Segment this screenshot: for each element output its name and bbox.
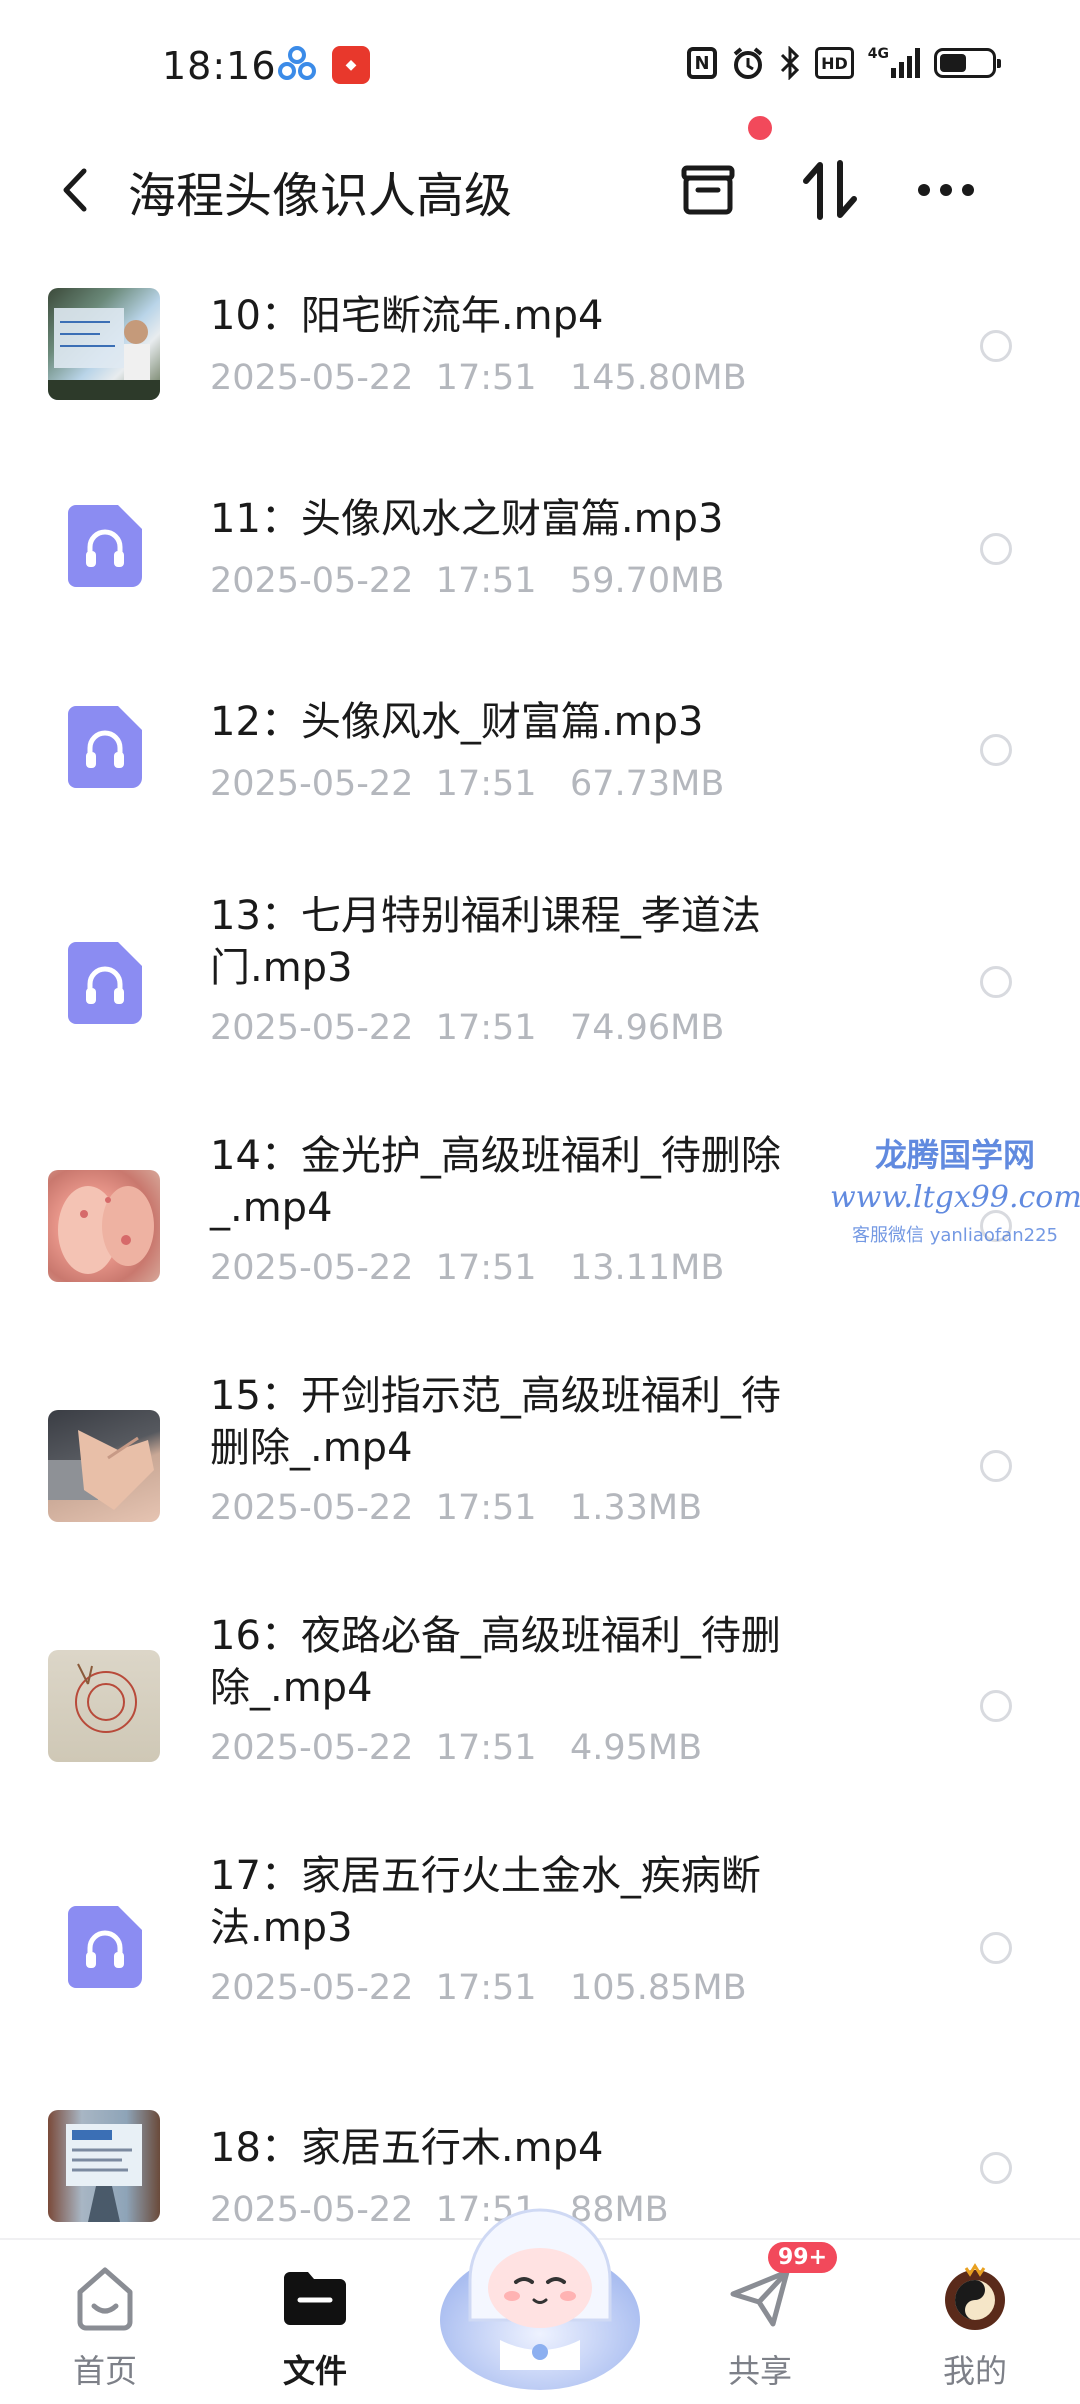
audio-file-icon <box>68 942 142 1024</box>
nav-me[interactable]: 我的 <box>905 2240 1045 2402</box>
nav-label: 首页 <box>72 2352 137 2390</box>
nav-share[interactable]: 99+ 共享 <box>690 2240 838 2402</box>
home-icon <box>70 2262 140 2332</box>
page-title: 海程头像识人高级 <box>128 168 513 224</box>
status-time: 18:16 <box>162 44 277 88</box>
audio-file-icon <box>68 505 142 587</box>
file-name: 11：头像风水之财富篇.mp3 <box>210 496 724 542</box>
select-checkbox[interactable] <box>980 330 1012 362</box>
video-thumbnail <box>48 1410 160 1522</box>
nav-home[interactable]: 首页 <box>35 2240 175 2402</box>
file-name: 12：头像风水_财富篇.mp3 <box>210 699 704 745</box>
file-name: 13：七月特别福利课程_孝道法门.mp3 <box>210 893 761 991</box>
more-icon[interactable] <box>906 150 986 230</box>
status-app-icons: ◆ <box>278 46 370 84</box>
video-thumbnail <box>48 1170 160 1282</box>
audio-file-icon <box>68 706 142 788</box>
nav-files[interactable]: 文件 <box>245 2240 385 2402</box>
file-meta: 2025-05-22 17:51 145.80MB <box>210 358 747 398</box>
file-meta: 2025-05-22 17:51 13.11MB <box>210 1248 725 1288</box>
mascot-assistant-button[interactable] <box>430 2170 650 2400</box>
cloud-app-icon <box>278 46 316 84</box>
watermark-name: 龙腾国学网 <box>874 1136 1035 1174</box>
video-thumbnail <box>48 288 160 400</box>
folder-icon <box>280 2262 350 2332</box>
status-bar: 18:16 ◆ N HD 4G <box>0 0 1080 130</box>
alarm-icon <box>731 46 765 80</box>
file-meta: 2025-05-22 17:51 74.96MB <box>210 1008 725 1048</box>
select-checkbox[interactable] <box>980 1932 1012 1964</box>
nav-label: 我的 <box>942 2352 1007 2390</box>
nav-label: 文件 <box>282 2352 347 2390</box>
select-checkbox[interactable] <box>980 734 1012 766</box>
battery-icon <box>934 48 1001 78</box>
select-checkbox[interactable] <box>980 1690 1012 1722</box>
nfc-icon: N <box>687 47 718 79</box>
watermark: 龙腾国学网 www.ltgx99.com 客服微信 yanliaofan225 <box>830 1130 1080 1247</box>
file-name: 15：开剑指示范_高级班福利_待删除_.mp4 <box>210 1373 781 1471</box>
file-meta: 2025-05-22 17:51 4.95MB <box>210 1728 703 1768</box>
file-name: 17：家居五行火土金水_疾病断法.mp3 <box>210 1853 761 1951</box>
sort-icon[interactable] <box>790 150 870 230</box>
select-checkbox[interactable] <box>980 1450 1012 1482</box>
file-name: 18：家居五行木.mp4 <box>210 2125 604 2171</box>
share-badge: 99+ <box>768 2242 838 2273</box>
file-meta: 2025-05-22 17:51 1.33MB <box>210 1488 703 1528</box>
header-bar: 海程头像识人高级 <box>0 130 1080 250</box>
red-app-icon: ◆ <box>332 46 370 84</box>
select-checkbox[interactable] <box>980 966 1012 998</box>
nav-label: 共享 <box>727 2352 792 2390</box>
file-meta: 2025-05-22 17:51 59.70MB <box>210 561 725 601</box>
file-name: 14：金光护_高级班福利_待删除_.mp4 <box>210 1133 781 1231</box>
watermark-contact: 客服微信 yanliaofan225 <box>852 1225 1058 1246</box>
select-checkbox[interactable] <box>980 2152 1012 2184</box>
video-thumbnail <box>48 2110 160 2222</box>
file-name: 16：夜路必备_高级班福利_待删除_.mp4 <box>210 1613 781 1711</box>
video-thumbnail <box>48 1650 160 1762</box>
back-icon[interactable] <box>50 160 100 220</box>
notification-dot <box>748 116 772 140</box>
archive-icon[interactable] <box>668 150 748 230</box>
file-meta: 2025-05-22 17:51 67.73MB <box>210 764 725 804</box>
signal-4g-icon: 4G <box>868 46 920 80</box>
file-meta: 2025-05-22 17:51 105.85MB <box>210 1968 747 2008</box>
bluetooth-icon <box>779 46 801 80</box>
status-icons: N HD 4G <box>687 46 1001 80</box>
file-name: 10：阳宅断流年.mp4 <box>210 293 604 339</box>
avatar-icon <box>940 2262 1010 2332</box>
select-checkbox[interactable] <box>980 533 1012 565</box>
watermark-url: www.ltgx99.com <box>830 1180 1080 1215</box>
audio-file-icon <box>68 1906 142 1988</box>
hd-icon: HD <box>815 47 854 79</box>
